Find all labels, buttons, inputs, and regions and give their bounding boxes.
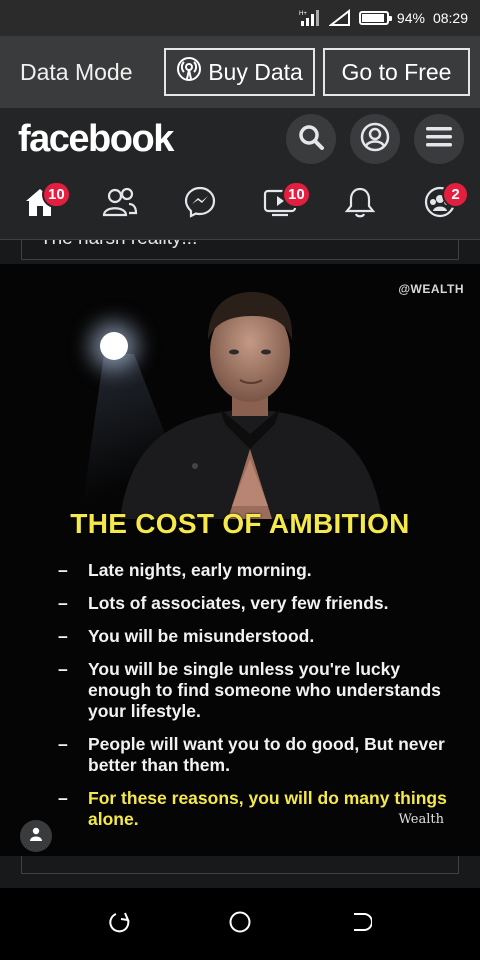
signal-icon: H+ xyxy=(299,9,321,27)
brand-signature: Wealth xyxy=(398,812,445,827)
tagged-people-button[interactable] xyxy=(20,820,52,852)
search-button[interactable] xyxy=(286,114,336,164)
list-item: You will be misunderstood. xyxy=(58,626,448,647)
list-item: Late nights, early morning. xyxy=(58,560,448,581)
post-card-footer xyxy=(21,856,459,874)
previous-post-card: The harsh reality!!! xyxy=(21,240,459,260)
man-portrait-illustration xyxy=(120,292,382,519)
go-to-free-button[interactable]: Go to Free xyxy=(323,48,470,96)
tab-messenger[interactable] xyxy=(170,175,230,235)
bell-icon xyxy=(344,185,376,224)
data-mode-bar: Data Mode Buy Data Go to Free xyxy=(0,36,480,108)
post-caption: The harsh reality!!! xyxy=(40,240,197,250)
tab-watch[interactable]: 10 xyxy=(250,175,311,235)
home-notification-badge: 10 xyxy=(42,180,71,208)
svg-text:H+: H+ xyxy=(299,11,307,17)
list-item-highlight: For these reasons, you will do many thin… xyxy=(58,788,448,830)
post-image[interactable]: @WEALTH THE COST OF AMBITION Late nights… xyxy=(0,264,480,856)
hamburger-menu-icon xyxy=(425,125,453,154)
search-icon xyxy=(297,123,325,156)
system-nav-bar xyxy=(0,888,480,960)
friends-icon xyxy=(102,186,138,223)
news-feed[interactable]: The harsh reality!!! @WEALTH THE COST OF… xyxy=(0,240,480,888)
list-item: People will want you to do good, But nev… xyxy=(58,734,448,776)
back-button[interactable] xyxy=(348,910,373,939)
tab-groups[interactable]: 2 xyxy=(410,175,470,235)
menu-button[interactable] xyxy=(414,114,464,164)
tab-notifications[interactable] xyxy=(330,175,390,235)
tab-home[interactable]: 10 xyxy=(10,175,71,235)
battery-icon xyxy=(358,11,392,25)
wifi-signal-icon xyxy=(328,9,351,27)
facebook-logo[interactable]: facebook xyxy=(18,118,272,161)
messenger-icon xyxy=(183,185,217,224)
buy-data-button[interactable]: Buy Data xyxy=(164,48,315,96)
list-item: Lots of associates, very few friends. xyxy=(58,593,448,614)
facebook-header: facebook xyxy=(0,108,480,170)
recent-apps-button[interactable] xyxy=(108,910,132,939)
profile-icon xyxy=(360,122,390,157)
battery-percent: 94% xyxy=(396,10,425,26)
person-icon xyxy=(28,826,44,847)
buy-data-label: Buy Data xyxy=(208,58,303,85)
list-item: You will be single unless you're lucky e… xyxy=(58,659,448,722)
main-nav: 10 10 2 xyxy=(0,170,480,240)
image-watermark: @WEALTH xyxy=(398,282,464,296)
groups-notification-badge: 2 xyxy=(442,180,469,208)
home-button[interactable] xyxy=(228,910,252,939)
status-bar: H+ 94% 08:29 xyxy=(0,0,480,36)
tab-friends[interactable] xyxy=(90,175,150,235)
broadcast-icon xyxy=(176,56,202,88)
post-image-title: THE COST OF AMBITION xyxy=(70,508,410,539)
watch-notification-badge: 10 xyxy=(282,180,311,208)
profile-button[interactable] xyxy=(350,114,400,164)
go-to-free-label: Go to Free xyxy=(341,58,452,85)
ambition-points-list: Late nights, early morning. Lots of asso… xyxy=(58,560,448,842)
battery-fill xyxy=(361,14,385,22)
data-mode-title: Data Mode xyxy=(20,58,133,85)
clock: 08:29 xyxy=(432,10,468,26)
